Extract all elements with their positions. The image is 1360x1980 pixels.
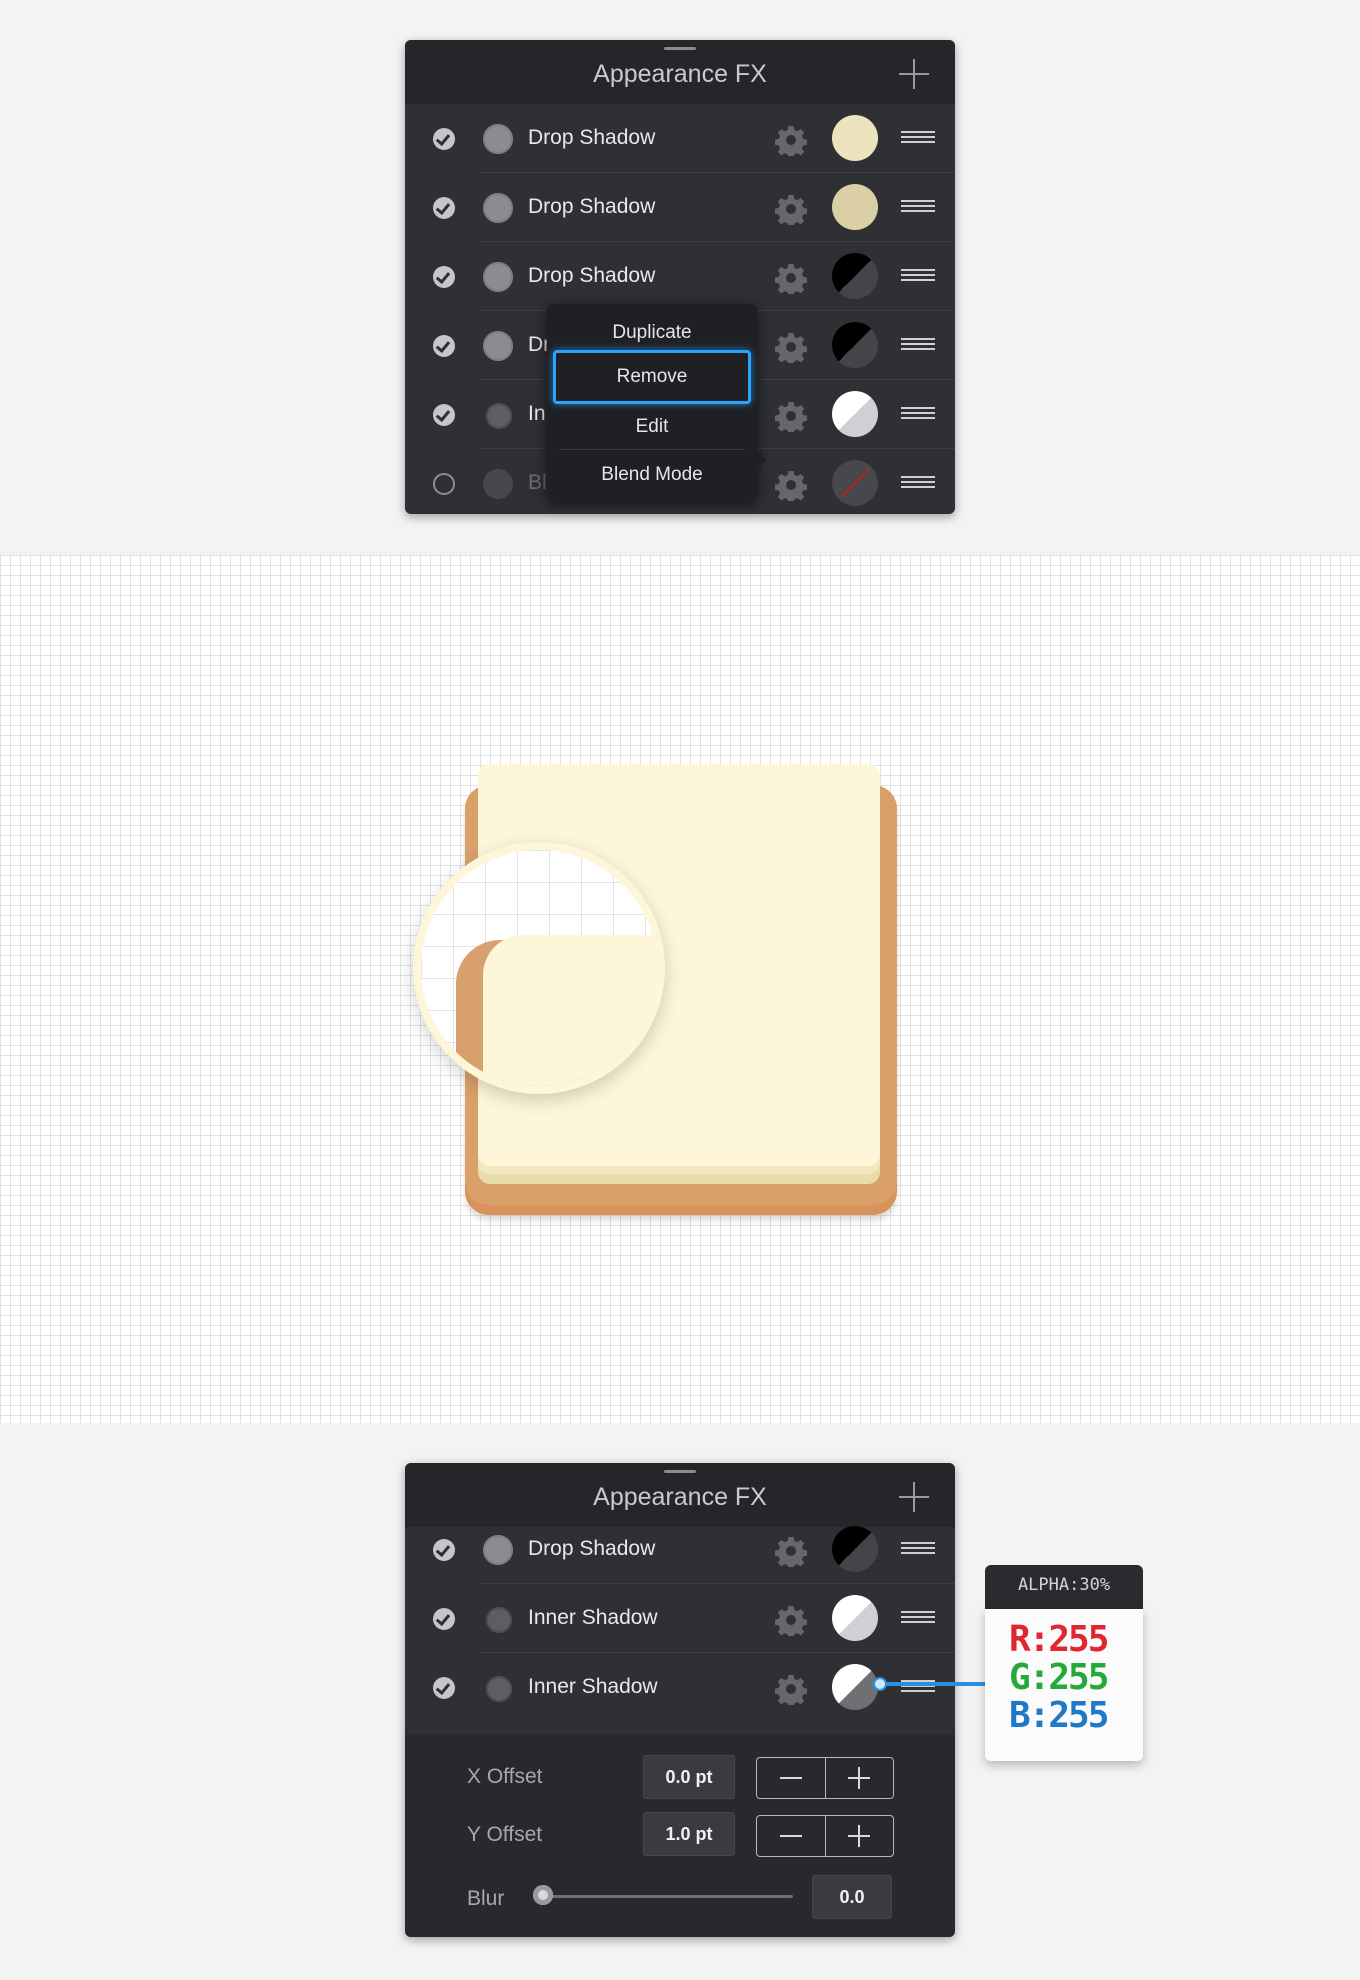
blur-slider-handle[interactable] <box>533 1885 553 1905</box>
alpha-label: ALPHA:30% <box>985 1565 1143 1609</box>
blur-slider-track[interactable] <box>543 1895 793 1898</box>
y-offset-label: Y Offset <box>467 1823 543 1846</box>
reorder-icon[interactable] <box>901 200 935 214</box>
effect-indicator-icon <box>483 331 513 361</box>
gear-icon[interactable] <box>775 124 807 156</box>
reorder-icon[interactable] <box>901 269 935 283</box>
gear-icon[interactable] <box>775 400 807 432</box>
checkmark-icon[interactable] <box>433 266 455 288</box>
fx-label: Bl <box>528 471 547 494</box>
reorder-icon[interactable] <box>901 338 935 352</box>
drag-handle[interactable] <box>664 1470 696 1473</box>
effect-indicator-icon <box>483 469 513 499</box>
panel-title: Appearance FX <box>593 1483 767 1511</box>
reorder-icon[interactable] <box>901 407 935 421</box>
y-offset-stepper <box>756 1815 894 1857</box>
fx-row[interactable]: Drop Shadow <box>405 104 955 173</box>
fx-label: In <box>528 402 546 425</box>
add-effect-icon[interactable] <box>899 1482 929 1512</box>
context-menu: Duplicate Remove Edit Blend Mode <box>547 304 767 500</box>
plus-icon[interactable] <box>825 1816 893 1856</box>
fx-row[interactable]: Drop Shadow <box>405 1515 955 1584</box>
connector-dot <box>873 1677 887 1691</box>
green-value: G:255 <box>1009 1657 1109 1698</box>
effect-indicator-icon <box>483 1535 513 1565</box>
plus-icon[interactable] <box>825 1758 893 1798</box>
y-offset-field[interactable]: 1.0 pt <box>643 1812 735 1856</box>
checkmark-icon[interactable] <box>433 1677 455 1699</box>
gear-icon[interactable] <box>775 1673 807 1705</box>
callout-connector <box>880 1682 985 1686</box>
blur-label: Blur <box>467 1887 505 1910</box>
effect-indicator-icon <box>486 1607 512 1633</box>
gear-icon[interactable] <box>775 1535 807 1567</box>
reorder-icon[interactable] <box>901 476 935 490</box>
x-offset-stepper <box>756 1757 894 1799</box>
effect-indicator-icon <box>486 1676 512 1702</box>
fx-label: Drop Shadow <box>528 126 656 149</box>
color-swatch[interactable] <box>832 115 878 161</box>
color-swatch[interactable] <box>832 1526 878 1572</box>
color-swatch[interactable] <box>832 1595 878 1641</box>
menu-item-remove[interactable]: Remove <box>553 350 751 404</box>
reorder-icon[interactable] <box>901 1611 935 1625</box>
x-offset-field[interactable]: 0.0 pt <box>643 1755 735 1799</box>
fx-label: Inner Shadow <box>528 1675 658 1698</box>
unchecked-circle-icon[interactable] <box>433 473 455 495</box>
fx-row[interactable]: Drop Shadow <box>405 173 955 242</box>
fx-row[interactable]: Drop Shadow <box>405 242 955 311</box>
effect-indicator-icon <box>483 262 513 292</box>
checkmark-icon[interactable] <box>433 335 455 357</box>
checkmark-icon[interactable] <box>433 197 455 219</box>
menu-item-blend-mode[interactable]: Blend Mode <box>547 464 757 486</box>
checkmark-icon[interactable] <box>433 404 455 426</box>
minus-icon[interactable] <box>757 1758 826 1798</box>
color-swatch[interactable] <box>832 322 878 368</box>
menu-item-duplicate[interactable]: Duplicate <box>547 322 757 344</box>
reorder-icon[interactable] <box>901 1542 935 1556</box>
minus-icon[interactable] <box>757 1816 826 1856</box>
fx-row[interactable]: Inner Shadow <box>405 1584 955 1653</box>
checkmark-icon[interactable] <box>433 1608 455 1630</box>
panel-header[interactable]: Appearance FX <box>405 40 955 104</box>
color-swatch[interactable] <box>832 1664 878 1710</box>
color-swatch[interactable] <box>832 460 878 506</box>
color-swatch[interactable] <box>832 391 878 437</box>
red-value: R:255 <box>1009 1619 1109 1660</box>
blur-value-field[interactable]: 0.0 <box>812 1875 892 1919</box>
checkmark-icon[interactable] <box>433 1539 455 1561</box>
fx-row[interactable]: Inner Shadow <box>405 1653 955 1722</box>
magnifier-content <box>421 850 657 1086</box>
fx-label: Drop Shadow <box>528 195 656 218</box>
fx-label: Drop Shadow <box>528 264 656 287</box>
gear-icon[interactable] <box>775 193 807 225</box>
menu-divider <box>559 449 745 450</box>
rgb-values: R:255 G:255 B:255 <box>985 1609 1143 1761</box>
appearance-fx-panel-bottom: Appearance FX Drop Shadow Inner Shadow I… <box>405 1463 955 1937</box>
fx-label: Inner Shadow <box>528 1606 658 1629</box>
gear-icon[interactable] <box>775 469 807 501</box>
color-swatch[interactable] <box>832 253 878 299</box>
gear-icon[interactable] <box>775 262 807 294</box>
fx-label: Drop Shadow <box>528 1537 656 1560</box>
magnifier <box>413 842 665 1094</box>
color-callout: ALPHA:30% R:255 G:255 B:255 <box>985 1565 1143 1761</box>
effect-indicator-icon <box>483 124 513 154</box>
blue-value: B:255 <box>1009 1695 1109 1736</box>
drag-handle[interactable] <box>664 47 696 50</box>
panel-title: Appearance FX <box>593 60 767 88</box>
x-offset-label: X Offset <box>467 1765 543 1788</box>
reorder-icon[interactable] <box>901 131 935 145</box>
add-effect-icon[interactable] <box>899 59 929 89</box>
gear-icon[interactable] <box>775 331 807 363</box>
gear-icon[interactable] <box>775 1604 807 1636</box>
effect-indicator-icon <box>486 403 512 429</box>
color-swatch[interactable] <box>832 184 878 230</box>
effect-indicator-icon <box>483 193 513 223</box>
menu-item-edit[interactable]: Edit <box>547 416 757 438</box>
magnified-paper-corner <box>483 935 657 1086</box>
effect-settings: X Offset 0.0 pt Y Offset 1.0 pt Blur 0.0 <box>405 1735 955 1937</box>
checkmark-icon[interactable] <box>433 128 455 150</box>
